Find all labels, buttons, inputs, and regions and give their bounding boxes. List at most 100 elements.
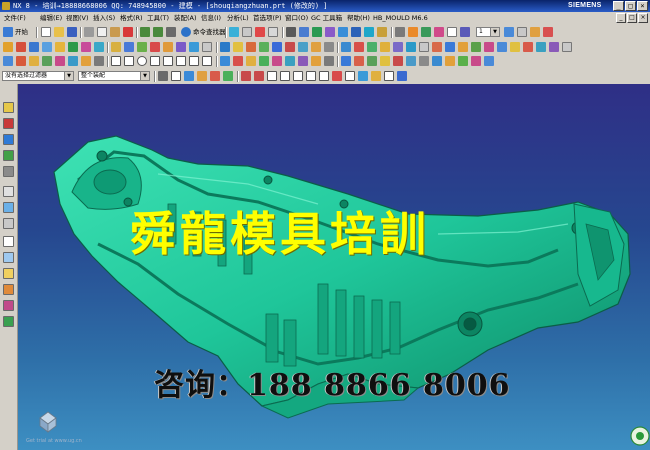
pattern-icon[interactable] [202,42,212,52]
edge-selection-icon[interactable] [223,71,233,81]
menu-window[interactable]: 窗口(O) [285,12,308,25]
patch-icon[interactable] [419,42,429,52]
extend-curve-icon[interactable] [189,56,199,66]
menu-info[interactable]: 信息(I) [201,12,221,25]
text-icon[interactable] [202,56,212,66]
trimetric-view-icon[interactable] [377,27,387,37]
rectangle-icon[interactable] [124,56,134,66]
graphics-window[interactable]: 舜龍模具培訓 咨询：188 8866 8006 Get trial at www… [18,84,650,450]
draft-icon[interactable] [189,42,199,52]
mould-wizard-navigator-icon[interactable] [3,316,14,327]
knots-icon[interactable] [458,56,468,66]
chamfer-icon[interactable] [163,42,173,52]
snap-icon[interactable] [255,27,265,37]
replace-face-icon[interactable] [272,42,282,52]
menu-edit[interactable]: 编辑(E) [40,12,62,25]
repeat-command-icon[interactable] [166,27,176,37]
point-on-curve-snap-icon[interactable] [332,71,342,81]
cavity-layout-icon[interactable] [536,42,546,52]
bridge-curve-icon[interactable] [285,56,295,66]
curve-analysis-icon[interactable] [406,56,416,66]
poles-icon[interactable] [445,56,455,66]
shaded-icon[interactable] [338,27,348,37]
section-curve-icon[interactable] [259,56,269,66]
layer-settings-icon[interactable] [460,27,470,37]
filter-reset-icon[interactable] [158,71,168,81]
edit-parameter-icon[interactable] [393,56,403,66]
rotate-icon[interactable] [325,27,335,37]
trim-body-icon[interactable] [233,42,243,52]
process-studio-icon[interactable] [3,236,14,247]
mould-parting-icon[interactable] [484,42,494,52]
arc-center-snap-icon[interactable] [293,71,303,81]
doc-minimize-button[interactable]: _ [616,13,626,23]
datum-plane-icon[interactable] [298,42,308,52]
extrude-icon[interactable] [16,42,26,52]
pocket-icon[interactable] [68,42,78,52]
roles-icon[interactable] [3,268,14,279]
sketch-icon[interactable] [3,42,13,52]
menu-format[interactable]: 格式(R) [120,12,143,25]
pull-face-icon[interactable] [471,42,481,52]
menu-insert[interactable]: 插入(S) [93,12,115,25]
menu-hb-mould[interactable]: HB_MOULD M6.6 [373,12,428,25]
move-to-layer-icon[interactable] [504,27,514,37]
type-filter-combo[interactable]: 没有选择过滤器 ▼ [2,71,74,81]
cut-icon[interactable] [84,27,94,37]
paste-icon[interactable] [110,27,120,37]
workpiece-icon[interactable] [523,42,533,52]
circle-outline-icon[interactable] [137,56,147,66]
standard-part-icon[interactable] [562,42,572,52]
bounded-plane-icon[interactable] [367,42,377,52]
edit-object-display-icon[interactable] [434,27,444,37]
view-orient-icon[interactable] [351,27,361,37]
grid-snap-icon[interactable] [384,71,394,81]
mid-point-snap-icon[interactable] [254,71,264,81]
spline-icon[interactable] [55,56,65,66]
revolve-icon[interactable] [29,42,39,52]
copy-to-layer-icon[interactable] [517,27,527,37]
new-file-icon[interactable] [41,27,51,37]
hd3d-tools-icon[interactable] [3,166,14,177]
body-selection-icon[interactable] [197,71,207,81]
web-browser-icon[interactable] [3,186,14,197]
curvature-comb-icon[interactable] [432,56,442,66]
inflections-icon[interactable] [471,56,481,66]
smooth-spline-icon[interactable] [367,56,377,66]
datum-axis-icon[interactable] [311,42,321,52]
control-point-snap-icon[interactable] [267,71,277,81]
part-navigator-icon[interactable] [3,134,14,145]
save-icon[interactable] [67,27,77,37]
menu-tools[interactable]: 工具(T) [147,12,169,25]
offset-curve-icon[interactable] [220,56,230,66]
groove-icon[interactable] [94,42,104,52]
doc-close-button[interactable]: × [638,13,648,23]
point-on-face-snap-icon[interactable] [345,71,355,81]
zoom-fit-icon[interactable] [286,27,296,37]
select-all-icon[interactable] [171,71,181,81]
zoom-icon[interactable] [299,27,309,37]
curve-length-icon[interactable] [354,56,364,66]
reverse-curve-icon[interactable] [380,56,390,66]
isometric-view-icon[interactable] [364,27,374,37]
mould-wizard-icon[interactable] [497,42,507,52]
existing-point-snap-icon[interactable] [319,71,329,81]
move-face-icon[interactable] [285,42,295,52]
thicken-icon[interactable] [393,42,403,52]
intersection-snap-icon[interactable] [280,71,290,81]
menu-file[interactable]: 文件(F) [4,12,26,25]
through-curves-icon[interactable] [341,42,351,52]
mould-base-icon[interactable] [549,42,559,52]
constraint-navigator-icon[interactable] [3,118,14,129]
extract-geometry-icon[interactable] [406,42,416,52]
basic-curves-icon[interactable] [111,56,121,66]
menu-help[interactable]: 帮助(H) [347,12,370,25]
background-icon[interactable] [421,27,431,37]
selection-icon[interactable] [229,27,239,37]
wrap-curve-icon[interactable] [311,56,321,66]
wcs-icon[interactable] [530,27,540,37]
delete-icon[interactable] [123,27,133,37]
menu-analysis[interactable]: 分析(L) [227,12,249,25]
table-icon[interactable] [268,27,278,37]
arc-icon[interactable] [29,56,39,66]
